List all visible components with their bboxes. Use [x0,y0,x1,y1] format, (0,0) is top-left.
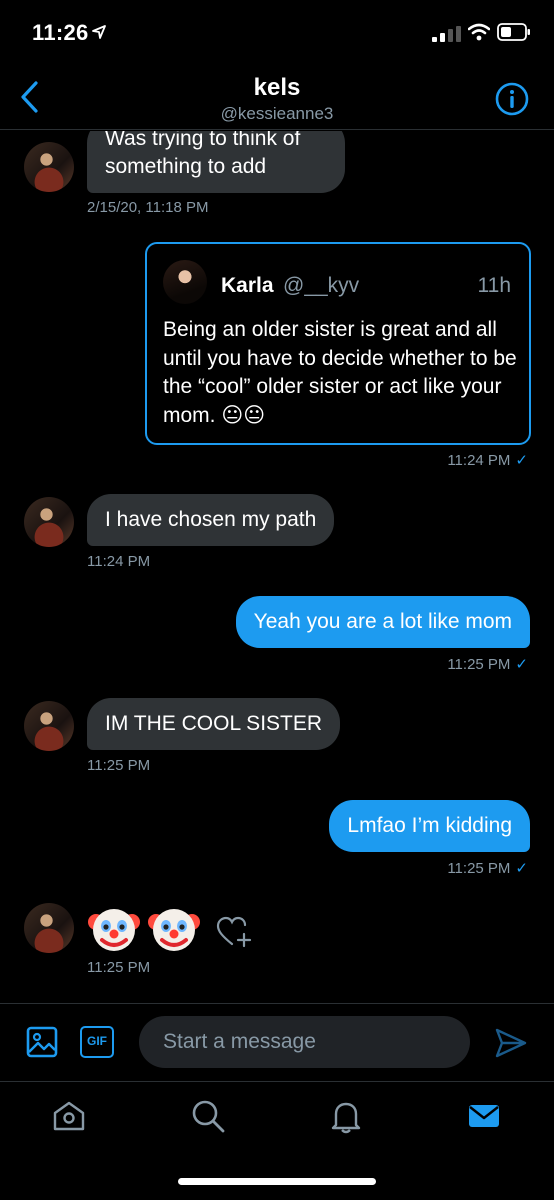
clown-emoji-icon [88,909,140,951]
messages-icon[interactable] [466,1098,502,1134]
read-check-icon: ✓ [515,452,528,469]
info-icon[interactable] [495,82,529,116]
avatar[interactable] [24,497,74,547]
tweet-text: Being an older sister is great and all u… [163,318,517,427]
clown-emoji-icon [148,909,200,951]
message-timestamp: 11:25 PM [447,656,511,673]
home-indicator[interactable] [178,1178,376,1185]
send-icon[interactable] [494,1026,528,1060]
message-bubble-sent[interactable]: Lmfao I’m kidding [329,800,530,852]
conversation-handle: @kessieanne3 [220,104,334,123]
message-timestamp-row: 11:25 PM ✓ [447,859,528,877]
message-timestamp: 11:24 PM [447,452,511,469]
message-input[interactable] [139,1016,470,1068]
read-check-icon: ✓ [515,860,528,877]
message-bubble-received[interactable]: I have chosen my path [87,494,335,546]
tweet-author-handle: @__kyv [283,274,360,297]
tweet-author-name: Karla [221,274,274,297]
tweet-author-avatar[interactable] [163,260,207,304]
read-check-icon: ✓ [515,656,528,673]
avatar[interactable] [24,903,74,953]
message-timestamp-row: 11:25 PM ✓ [447,655,528,673]
message-timestamp-row: 11:24 PM ✓ [447,451,528,469]
status-bar: 11:26 [0,0,554,66]
search-icon[interactable] [190,1098,226,1134]
message-timestamp: 11:25 PM [87,959,151,976]
message-timestamp: 11:24 PM [87,553,151,570]
message-text: Yeah you are a lot like mom [253,610,512,633]
message-bubble-sent[interactable]: Yeah you are a lot like mom [235,596,530,648]
tweet-time: 11h [477,274,511,297]
battery-icon [497,23,530,41]
message-text: I have chosen my path [105,508,317,531]
cellular-signal-icon [432,26,461,42]
avatar[interactable] [24,701,74,751]
wifi-icon [468,23,490,41]
message-text: something to add [105,155,267,178]
message-composer: GIF [0,1003,554,1081]
shared-tweet-card[interactable]: Karla @__kyv 11h Being an older sister i… [145,242,531,445]
message-timestamp: 11:25 PM [87,757,151,774]
message-timestamp: 2/15/20, 11:18 PM [87,199,209,216]
notifications-icon[interactable] [328,1098,364,1134]
conversation-name[interactable]: kels [0,74,554,102]
message-list[interactable]: Was trying to think of something to add … [0,131,554,1003]
message-bubble-received[interactable]: IM THE COOL SISTER [87,698,341,750]
message-bubble-received[interactable]: Was trying to think of something to add [87,131,345,193]
message-timestamp: 11:25 PM [447,860,511,877]
message-text: IM THE COOL SISTER [105,712,323,735]
home-icon[interactable] [51,1098,87,1134]
heart-add-reaction-icon[interactable] [216,916,252,950]
message-text: Was trying to think of [105,131,301,150]
conversation-header: kels @kessieanne3 [0,66,554,130]
avatar[interactable] [24,142,74,192]
image-icon[interactable] [26,1026,58,1058]
gif-button[interactable]: GIF [80,1026,114,1058]
message-text: Lmfao I’m kidding [347,814,512,837]
status-time: 11:26 [32,20,89,45]
location-arrow-icon [92,25,106,39]
